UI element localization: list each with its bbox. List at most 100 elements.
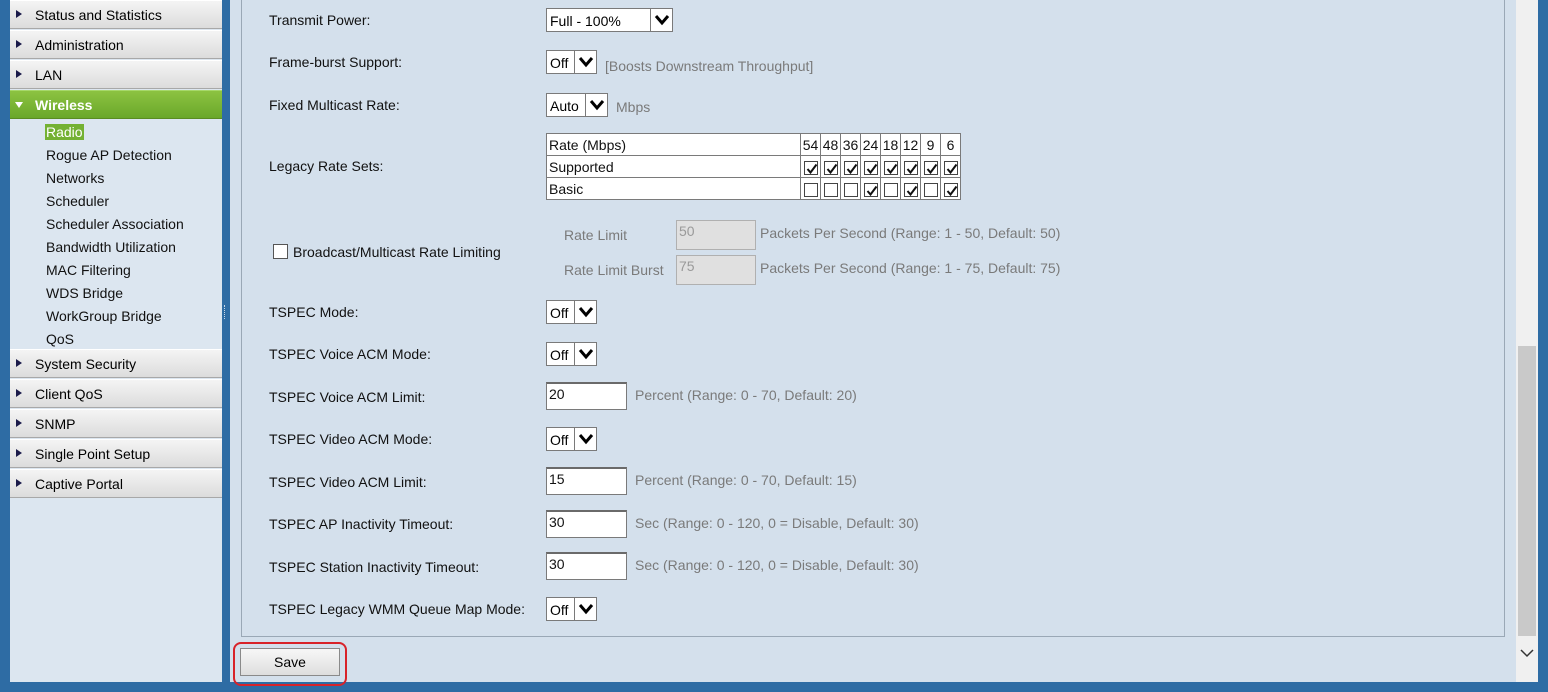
sidebar-item-radio[interactable]: Radio — [45, 124, 84, 140]
menu-wireless[interactable]: Wireless — [10, 90, 222, 119]
sidebar-item-networks[interactable]: Networks — [45, 170, 105, 186]
rate-checkbox-checked[interactable] — [903, 182, 918, 197]
checkmark-icon — [906, 185, 917, 196]
rate-cell — [800, 177, 821, 200]
menu-label: Administration — [35, 37, 124, 53]
sidebar-item-mac-filtering[interactable]: MAC Filtering — [45, 262, 132, 278]
tspec-station-timeout-hint: Sec (Range: 0 - 120, 0 = Disable, Defaul… — [635, 557, 919, 573]
sidebar-item-wds-bridge[interactable]: WDS Bridge — [45, 285, 124, 301]
scroll-down-arrow-icon[interactable] — [1519, 645, 1535, 661]
frame-burst-select[interactable]: Off — [546, 50, 597, 74]
row-label: Basic — [546, 177, 801, 200]
tspec-mode-label: TSPEC Mode: — [269, 304, 359, 320]
rate-cell — [940, 177, 961, 200]
menu-status-and-statistics[interactable]: Status and Statistics — [10, 0, 222, 29]
expand-arrow-icon — [16, 479, 22, 487]
tspec-voice-acm-mode-select[interactable]: Off — [546, 342, 597, 366]
chevron-down-icon — [574, 428, 596, 450]
select-value: Off — [550, 55, 569, 71]
sidebar-item-workgroup-bridge[interactable]: WorkGroup Bridge — [45, 308, 163, 324]
rate-checkbox-checked[interactable] — [883, 160, 898, 175]
fixed-multicast-hint: Mbps — [616, 99, 651, 115]
tspec-legacy-wmm-label: TSPEC Legacy WMM Queue Map Mode: — [269, 601, 525, 617]
menu-single-point-setup[interactable]: Single Point Setup — [10, 439, 222, 468]
rate-checkbox[interactable] — [823, 182, 838, 197]
vertical-scrollbar[interactable] — [1516, 0, 1538, 682]
menu-label: Wireless — [35, 97, 93, 113]
menu-administration[interactable]: Administration — [10, 30, 222, 59]
rate-column-header: 48 — [820, 133, 841, 156]
rate-checkbox-checked[interactable] — [803, 160, 818, 175]
broadcast-rate-limit-checkbox[interactable] — [273, 244, 288, 259]
tspec-voice-acm-limit-input[interactable]: 20 — [546, 382, 627, 410]
tspec-ap-timeout-label: TSPEC AP Inactivity Timeout: — [269, 516, 454, 532]
rate-limit-burst-input[interactable]: 75 — [676, 255, 756, 285]
save-button[interactable]: Save — [240, 648, 340, 676]
menu-snmp[interactable]: SNMP — [10, 409, 222, 438]
select-value: Off — [550, 602, 569, 618]
rate-cell — [940, 155, 961, 178]
rate-checkbox-checked[interactable] — [863, 160, 878, 175]
fixed-multicast-select[interactable]: Auto — [546, 93, 608, 117]
sidebar-item-rogue-ap-detection[interactable]: Rogue AP Detection — [45, 147, 173, 163]
expand-arrow-icon — [16, 449, 22, 457]
transmit-power-label: Transmit Power: — [269, 12, 371, 28]
expand-arrow-icon — [16, 70, 22, 78]
rate-limit-label: Rate Limit — [564, 227, 628, 243]
tspec-station-timeout-input[interactable]: 30 — [546, 552, 627, 580]
rate-checkbox-checked[interactable] — [943, 160, 958, 175]
tspec-video-acm-limit-input[interactable]: 15 — [546, 467, 627, 495]
rate-column-header: 36 — [840, 133, 861, 156]
tspec-ap-timeout-input[interactable]: 30 — [546, 510, 627, 538]
rate-checkbox-checked[interactable] — [843, 160, 858, 175]
menu-label: Captive Portal — [35, 476, 123, 492]
menu-system-security[interactable]: System Security — [10, 349, 222, 378]
sidebar-item-scheduler[interactable]: Scheduler — [45, 193, 110, 209]
menu-client-qos[interactable]: Client QoS — [10, 379, 222, 408]
splitter-grip-icon — [224, 305, 228, 319]
fixed-multicast-label: Fixed Multicast Rate: — [269, 97, 400, 113]
select-value: Off — [550, 432, 569, 448]
rate-column-header: 24 — [860, 133, 881, 156]
rate-checkbox-checked[interactable] — [903, 160, 918, 175]
tspec-mode-select[interactable]: Off — [546, 300, 597, 324]
rate-column-header: 18 — [880, 133, 901, 156]
expand-arrow-icon — [16, 40, 22, 48]
rate-checkbox-checked[interactable] — [923, 160, 938, 175]
chevron-down-icon — [574, 301, 596, 323]
select-value: Auto — [550, 98, 579, 114]
rate-checkbox-checked[interactable] — [863, 182, 878, 197]
rate-checkbox-checked[interactable] — [943, 182, 958, 197]
rate-checkbox[interactable] — [883, 182, 898, 197]
sidebar-item-qos[interactable]: QoS — [45, 331, 75, 347]
panel-splitter[interactable] — [222, 0, 230, 682]
rate-cell — [900, 155, 921, 178]
transmit-power-select[interactable]: Full - 100% — [546, 8, 673, 32]
rate-limit-burst-hint: Packets Per Second (Range: 1 - 75, Defau… — [760, 260, 1061, 276]
rate-limit-input[interactable]: 50 — [676, 220, 756, 250]
legacy-rate-sets-label: Legacy Rate Sets: — [269, 158, 384, 174]
rate-checkbox[interactable] — [843, 182, 858, 197]
checkmark-icon — [826, 163, 837, 174]
tspec-ap-timeout-hint: Sec (Range: 0 - 120, 0 = Disable, Defaul… — [635, 515, 919, 531]
rate-column-header: 6 — [940, 133, 961, 156]
rate-column-header: 54 — [800, 133, 821, 156]
tspec-video-acm-mode-select[interactable]: Off — [546, 427, 597, 451]
sidebar-item-scheduler-association[interactable]: Scheduler Association — [45, 216, 185, 232]
rate-cell — [800, 155, 821, 178]
menu-captive-portal[interactable]: Captive Portal — [10, 469, 222, 498]
broadcast-rate-limit-label: Broadcast/Multicast Rate Limiting — [293, 244, 501, 260]
chevron-down-icon — [585, 94, 607, 116]
rate-checkbox-checked[interactable] — [823, 160, 838, 175]
legacy-rate-table: Rate (Mbps) 54 48 36 24 18 12 9 6 Suppor… — [546, 133, 961, 200]
rate-cell — [860, 177, 881, 200]
rate-checkbox[interactable] — [803, 182, 818, 197]
tspec-voice-acm-mode-label: TSPEC Voice ACM Mode: — [269, 346, 431, 362]
table-row: Rate (Mbps) 54 48 36 24 18 12 9 6 — [546, 133, 961, 156]
menu-lan[interactable]: LAN — [10, 60, 222, 89]
rate-checkbox[interactable] — [923, 182, 938, 197]
scrollbar-thumb[interactable] — [1518, 346, 1536, 636]
tspec-legacy-wmm-select[interactable]: Off — [546, 597, 597, 621]
rate-column-header: 9 — [920, 133, 941, 156]
sidebar-item-bandwidth-utilization[interactable]: Bandwidth Utilization — [45, 239, 177, 255]
